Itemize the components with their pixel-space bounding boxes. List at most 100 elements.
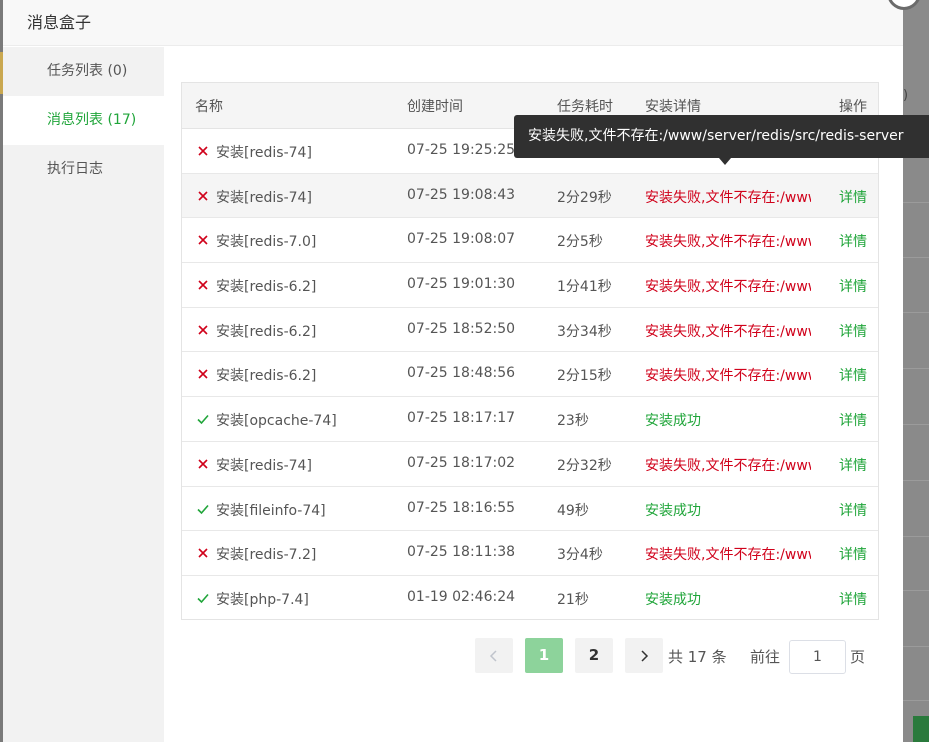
- background-divider: [903, 590, 929, 591]
- detail-link[interactable]: 详情: [839, 276, 867, 296]
- goto-page-input[interactable]: [789, 640, 846, 674]
- dialog-title: 消息盒子: [27, 13, 92, 32]
- task-duration: 3分4秒: [557, 547, 603, 564]
- tooltip-arrow: [719, 158, 731, 165]
- task-name: 安装[php-7.4]: [216, 591, 309, 608]
- next-page-button[interactable]: [625, 638, 663, 673]
- detail-link[interactable]: 详情: [839, 589, 867, 609]
- task-duration: 2分32秒: [557, 457, 612, 474]
- created-time: 07-25 18:52:50: [407, 320, 516, 337]
- header-created-time: 创建时间: [407, 99, 463, 115]
- detail-link[interactable]: 详情: [839, 500, 867, 520]
- table-row: 安装[redis-7.2] 07-25 18:11:38 3分4秒 安装失败,文件不存…: [182, 531, 878, 576]
- table-body: 安装[redis-74] 07-25 19:25:25 安装[redis-74] 07…: [182, 129, 878, 621]
- check-icon: [196, 412, 210, 426]
- background-divider: [903, 368, 929, 369]
- sidebar-item-execution-log[interactable]: 执行日志: [3, 145, 164, 194]
- close-icon: [196, 323, 210, 337]
- install-detail: 安装失败,文件不存在:/www/server/redis/src/redis-s…: [645, 547, 811, 564]
- close-icon: [196, 457, 210, 471]
- background-divider: [903, 536, 929, 537]
- install-detail: 安装失败,文件不存在:/www/server/redis/src/redis-s…: [645, 323, 811, 340]
- created-time: 07-25 19:01:30: [407, 276, 516, 293]
- install-detail: 安装成功: [645, 502, 701, 519]
- task-name: 安装[fileinfo-74]: [216, 502, 326, 519]
- task-name: 安装[redis-7.2]: [216, 547, 317, 564]
- header-install-detail: 安装详情: [645, 99, 701, 115]
- created-time: 07-25 18:17:02: [407, 454, 516, 471]
- table-row: 安装[redis-6.2] 07-25 18:48:56 2分15秒 安装失败,文件不…: [182, 352, 878, 398]
- detail-link[interactable]: 详情: [839, 365, 867, 385]
- header-name: 名称: [195, 99, 223, 115]
- install-detail: 安装失败,文件不存在:/www/server/redis/src/redis-s…: [645, 189, 811, 206]
- sidebar-item-task-list[interactable]: 任务列表 (0): [3, 47, 164, 96]
- table-row: 安装[redis-6.2] 07-25 18:52:50 3分34秒 安装失败,文件不…: [182, 308, 878, 353]
- prev-page-button[interactable]: [475, 638, 513, 673]
- chevron-left-icon: [489, 649, 497, 662]
- install-detail: 安装失败,文件不存在:/www/server/redis/src/redis-s…: [645, 279, 811, 296]
- close-icon: [196, 189, 210, 203]
- background-divider: [903, 480, 929, 481]
- dialog-header: 消息盒子: [3, 0, 903, 46]
- message-table: 名称 创建时间 任务耗时 安装详情 操作 安装[redis-74] 07-25 1…: [181, 82, 879, 620]
- task-duration: 3分34秒: [557, 323, 612, 340]
- background-text: ): [903, 88, 909, 103]
- page-button-2[interactable]: 2: [575, 638, 613, 673]
- install-detail: 安装成功: [645, 413, 701, 430]
- close-icon: [196, 546, 210, 560]
- created-time: 07-25 18:16:55: [407, 499, 516, 516]
- header-duration: 任务耗时: [557, 99, 613, 115]
- task-duration: 2分15秒: [557, 368, 612, 385]
- detail-tooltip: 安装失败,文件不存在:/www/server/redis/src/redis-s…: [514, 115, 929, 158]
- install-detail: 安装失败,文件不存在:/www/server/redis/src/redis-s…: [645, 457, 811, 474]
- created-time: 07-25 18:11:38: [407, 544, 516, 561]
- created-time: 01-19 02:46:24: [407, 588, 516, 605]
- task-name: 安装[redis-7.0]: [216, 234, 317, 251]
- install-detail: 安装失败,文件不存在:/www/server/redis/src/redis-s…: [645, 234, 811, 251]
- table-row: 安装[php-7.4] 01-19 02:46:24 21秒 安装成功 详情: [182, 576, 878, 621]
- background-divider: [903, 646, 929, 647]
- task-name: 安装[redis-74]: [216, 189, 312, 206]
- task-name: 安装[redis-74]: [216, 145, 312, 161]
- header-operation: 操作: [839, 99, 867, 115]
- page-button-1[interactable]: 1: [525, 638, 563, 673]
- table-row: 安装[redis-74] 07-25 19:08:43 2分29秒 安装失败,文件不存…: [182, 173, 878, 219]
- background-button: [913, 716, 929, 742]
- install-detail: 安装成功: [645, 591, 701, 608]
- check-icon: [196, 591, 210, 605]
- background-divider: [903, 700, 929, 701]
- detail-link[interactable]: 详情: [839, 321, 867, 341]
- task-name: 安装[redis-6.2]: [216, 368, 317, 385]
- detail-link[interactable]: 详情: [839, 455, 867, 475]
- task-name: 安装[redis-74]: [216, 457, 312, 474]
- created-time: 07-25 18:48:56: [407, 365, 516, 382]
- close-icon: [196, 144, 210, 158]
- table-row: 安装[fileinfo-74] 07-25 18:16:55 49秒 安装成功 详情: [182, 487, 878, 532]
- sidebar: 任务列表 (0) 消息列表 (17) 执行日志: [3, 47, 164, 742]
- detail-link[interactable]: 详情: [839, 187, 867, 207]
- page-suffix: 页: [850, 648, 866, 666]
- sidebar-item-message-list[interactable]: 消息列表 (17): [3, 96, 164, 145]
- table-row: 安装[redis-74] 07-25 18:17:02 2分32秒 安装失败,文件不存…: [182, 442, 878, 487]
- task-name: 安装[redis-6.2]: [216, 279, 317, 296]
- table-row: 安装[redis-7.0] 07-25 19:08:07 2分5秒 安装失败,文件不存…: [182, 218, 878, 264]
- goto-label: 前往: [750, 648, 781, 666]
- background-divider: [903, 312, 929, 313]
- detail-link[interactable]: 详情: [839, 231, 867, 251]
- close-icon: [196, 367, 210, 381]
- task-duration: 2分5秒: [557, 234, 603, 251]
- chevron-right-icon: [641, 649, 649, 662]
- task-duration: 2分29秒: [557, 189, 612, 206]
- close-icon: [196, 278, 210, 292]
- detail-link[interactable]: 详情: [839, 410, 867, 430]
- check-icon: [196, 502, 210, 516]
- task-duration: 21秒: [557, 591, 589, 608]
- total-count: 共 17 条: [668, 648, 727, 666]
- created-time: 07-25 18:17:17: [407, 410, 516, 427]
- created-time: 07-25 19:08:43: [407, 186, 516, 203]
- task-duration: 49秒: [557, 502, 589, 519]
- task-name: 安装[opcache-74]: [216, 413, 337, 430]
- table-row: 安装[opcache-74] 07-25 18:17:17 23秒 安装成功 详情: [182, 397, 878, 442]
- task-duration: 1分41秒: [557, 279, 612, 296]
- detail-link[interactable]: 详情: [839, 544, 867, 564]
